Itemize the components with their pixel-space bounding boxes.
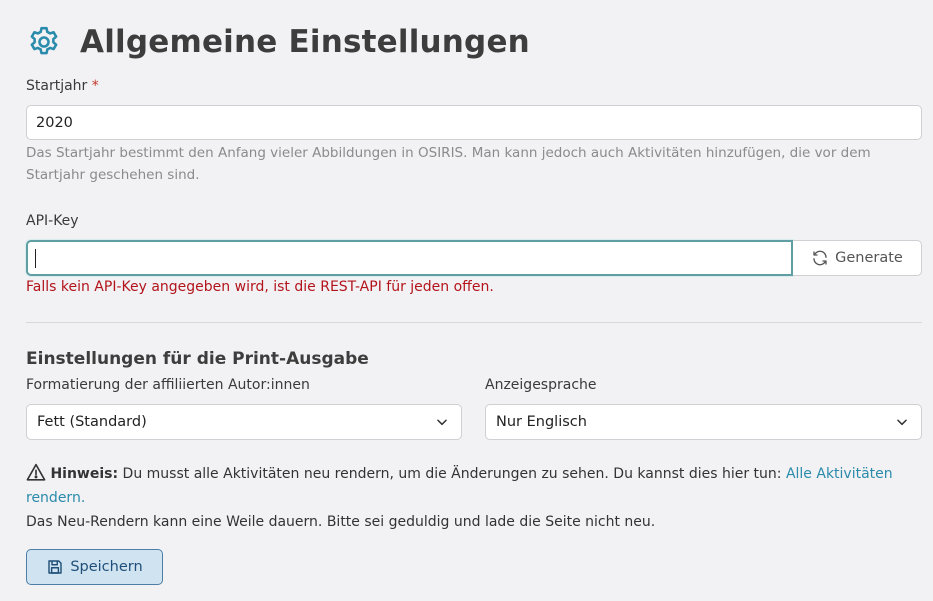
notice-title: Hinweis: (50, 466, 119, 482)
language-select[interactable]: Nur Englisch (485, 404, 922, 440)
page-header: Allgemeine Einstellungen (26, 22, 530, 62)
chevron-down-icon (897, 419, 907, 426)
divider (26, 322, 922, 323)
render-notice-line2: Das Neu-Rendern kann eine Weile dauern. … (26, 514, 656, 530)
apikey-label: API-Key (26, 213, 79, 229)
affiliated-label: Formatierung der affiliierten Autor:inne… (26, 377, 310, 393)
page-title: Allgemeine Einstellungen (80, 24, 530, 60)
startyear-help: Das Startjahr bestimmt den Anfang vieler… (26, 145, 871, 183)
required-marker: * (91, 78, 99, 94)
text-cursor (35, 248, 36, 268)
startyear-input[interactable]: 2020 (26, 105, 922, 140)
refresh-icon (813, 250, 827, 266)
render-notice: Hinweis: Du musst alle Aktivitäten neu r… (26, 462, 926, 510)
apikey-error: Falls kein API-Key angegeben wird, ist d… (26, 279, 494, 295)
startyear-label: Startjahr * (26, 78, 99, 94)
print-section-title: Einstellungen für die Print-Ausgabe (26, 349, 369, 369)
language-label: Anzeigesprache (485, 377, 597, 393)
generate-button[interactable]: Generate (793, 240, 922, 276)
apikey-input[interactable] (26, 240, 793, 276)
save-icon (48, 560, 63, 574)
chevron-down-icon (437, 419, 447, 426)
gear-icon (26, 23, 64, 61)
warning-icon (26, 463, 46, 481)
affiliated-select[interactable]: Fett (Standard) (26, 404, 462, 440)
save-button[interactable]: Speichern (26, 549, 163, 585)
